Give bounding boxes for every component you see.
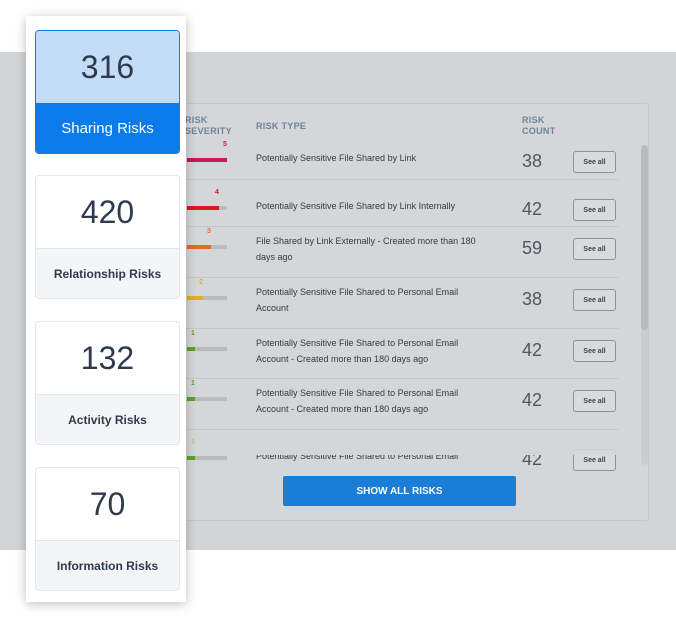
severity-bar-fill	[187, 397, 195, 401]
list-fade	[150, 430, 620, 455]
severity-value: 3	[207, 228, 211, 235]
risk-type: Potentially Sensitive File Shared by Lin…	[256, 153, 417, 163]
risk-category-label: Activity Risks	[36, 394, 179, 444]
severity-bar	[187, 296, 227, 300]
severity-value: 5	[223, 141, 227, 148]
risk-count: 38	[522, 289, 543, 309]
severity-bar-fill	[187, 296, 203, 300]
table-row: 2 Potentially Sensitive File Shared to P…	[181, 278, 619, 329]
see-all-button[interactable]: See all	[573, 340, 616, 362]
risk-type: Potentially Sensitive File Shared by Lin…	[256, 201, 456, 211]
severity-value: 1	[191, 380, 195, 387]
table-row: 1 Potentially Sensitive File Shared to P…	[181, 379, 619, 430]
severity-bar-fill	[187, 245, 211, 249]
see-all-button[interactable]: See all	[573, 151, 616, 173]
see-all-button[interactable]: See all	[573, 390, 616, 412]
risk-category-tile-activity-risks[interactable]: 132 Activity Risks	[35, 321, 180, 445]
risk-category-tile-sharing-risks[interactable]: 316 Sharing Risks	[35, 30, 180, 154]
risk-category-label: Relationship Risks	[36, 248, 179, 298]
risk-count: 38	[522, 151, 543, 171]
see-all-button[interactable]: See all	[573, 238, 616, 260]
severity-value: 2	[199, 279, 203, 286]
risk-count: 42	[522, 199, 543, 219]
table-row: 5 Potentially Sensitive File Shared by L…	[181, 132, 619, 180]
risk-category-label: Sharing Risks	[36, 103, 179, 153]
show-all-risks-button[interactable]: SHOW ALL RISKS	[283, 476, 516, 506]
risk-category-label: Information Risks	[36, 540, 179, 590]
severity-bar	[187, 158, 227, 162]
risk-category-count: 316	[36, 31, 179, 103]
severity-bar	[187, 456, 227, 460]
severity-bar-fill	[187, 347, 195, 351]
table-row: 3 File Shared by Link Externally - Creat…	[181, 227, 619, 278]
risk-table-panel: RISK SEVERITY RISK TYPE RISK COUNT 5 Pot…	[150, 103, 649, 521]
risk-type: Potentially Sensitive File Shared to Per…	[256, 338, 459, 364]
risk-category-count: 132	[36, 322, 179, 394]
risk-category-count: 420	[36, 176, 179, 248]
severity-value: 4	[215, 189, 219, 196]
see-all-button[interactable]: See all	[573, 199, 616, 221]
severity-bar	[187, 397, 227, 401]
severity-bar	[187, 347, 227, 351]
severity-bar-fill	[187, 456, 195, 460]
see-all-button[interactable]: See all	[573, 289, 616, 311]
severity-bar	[187, 245, 227, 249]
header-type: RISK TYPE	[256, 121, 307, 131]
risk-count: 42	[522, 390, 543, 410]
scrollbar[interactable]	[641, 145, 648, 465]
risk-type: Potentially Sensitive File Shared to Per…	[256, 287, 459, 313]
risk-type: Potentially Sensitive File Shared to Per…	[256, 388, 459, 414]
risk-category-count: 70	[36, 468, 179, 540]
risk-type: File Shared by Link Externally - Created…	[256, 236, 476, 262]
risk-count: 42	[522, 340, 543, 360]
risk-category-tile-relationship-risks[interactable]: 420 Relationship Risks	[35, 175, 180, 299]
scrollbar-thumb[interactable]	[641, 145, 648, 330]
severity-value: 1	[191, 330, 195, 337]
table-row: 4 Potentially Sensitive File Shared by L…	[181, 180, 619, 227]
risk-category-sidebar: 316 Sharing Risks 420 Relationship Risks 132…	[26, 16, 186, 602]
severity-bar-fill	[187, 158, 227, 162]
risk-category-tile-information-risks[interactable]: 70 Information Risks	[35, 467, 180, 591]
risk-count: 59	[522, 238, 543, 258]
severity-bar-fill	[187, 206, 219, 210]
table-row: 1 Potentially Sensitive File Shared to P…	[181, 329, 619, 379]
severity-bar	[187, 206, 227, 210]
